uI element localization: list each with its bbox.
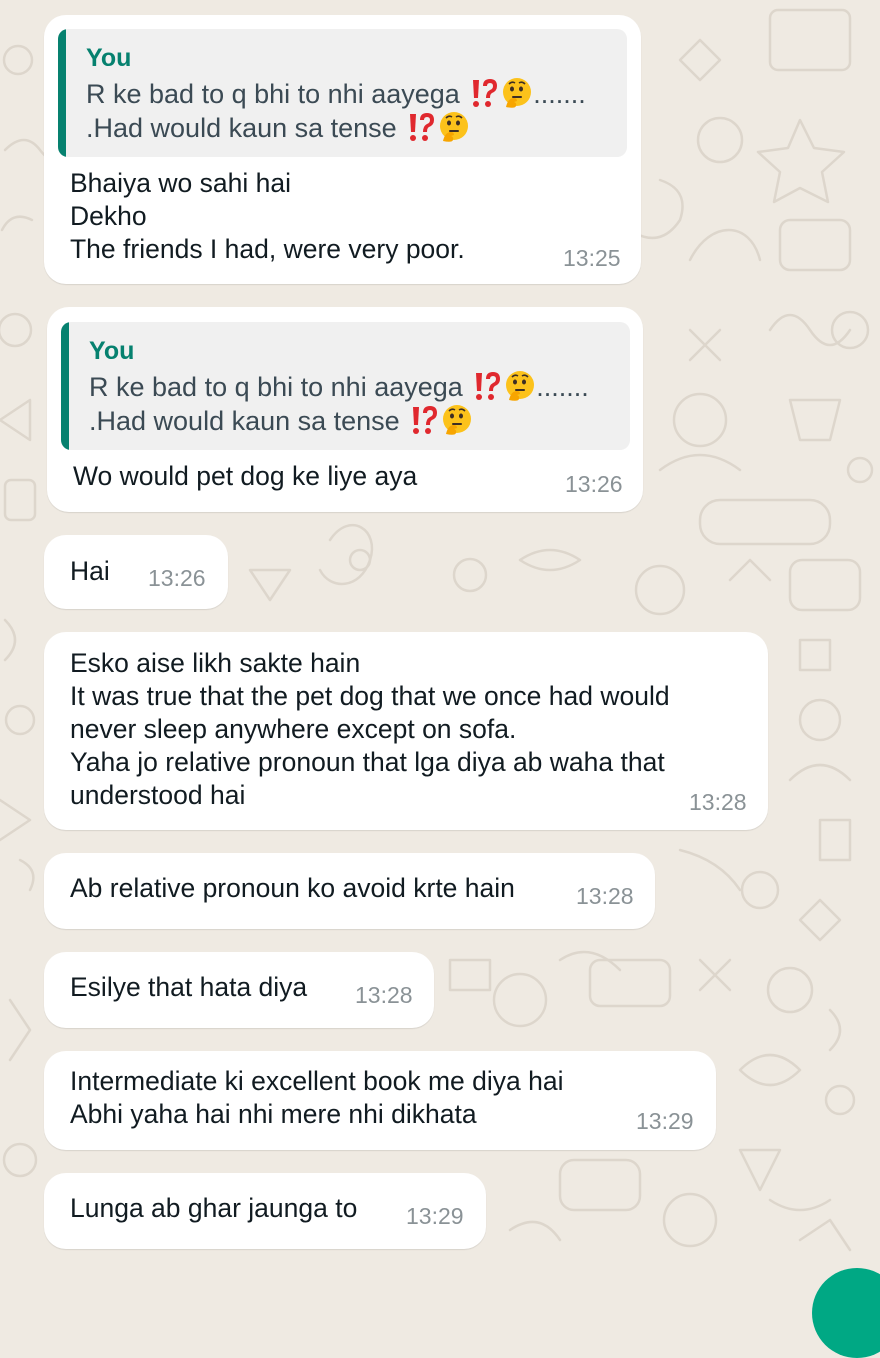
message-timestamp: 13:26	[148, 565, 206, 591]
scroll-to-bottom-button[interactable]	[812, 1268, 880, 1358]
message-timestamp: 13:26	[565, 471, 623, 497]
message-text: Esko aise likh sakte hain	[70, 648, 361, 678]
quote-text: .Had would kaun sa tense	[89, 406, 400, 436]
message-bubble[interactable]: Esilye that hata diya 13:28	[44, 952, 434, 1028]
exclamation-question-icon	[413, 406, 438, 434]
message-timestamp: 13:28	[355, 982, 413, 1008]
quote-accent-bar	[61, 322, 69, 450]
exclamation-question-icon	[476, 372, 501, 400]
message-bubble[interactable]: Lunga ab ghar jaunga to 13:29	[44, 1173, 486, 1249]
quote-accent-bar	[58, 29, 66, 157]
quote-text-suffix: .......	[536, 372, 589, 402]
message-text: Wo would pet dog ke liye aya	[73, 461, 418, 491]
message-text: Lunga ab ghar jaunga to	[70, 1193, 358, 1223]
quoted-reply[interactable]: You R ke bad to q bhi to nhi aayega ....…	[58, 29, 627, 157]
message-bubble[interactable]: You R ke bad to q bhi to nhi aayega ....…	[47, 307, 643, 512]
message-text: It was true that the pet dog that we onc…	[70, 681, 670, 711]
message-text: Dekho	[70, 201, 147, 231]
thinking-face-icon	[440, 112, 469, 142]
message-text: Esilye that hata diya	[70, 972, 308, 1002]
quote-line: R ke bad to q bhi to nhi aayega .......	[86, 77, 586, 111]
message-bubble[interactable]: Esko aise likh sakte hain It was true th…	[44, 632, 768, 830]
thinking-face-icon	[506, 371, 535, 401]
quote-text-suffix: .......	[533, 79, 586, 109]
message-text: never sleep anywhere except on sofa.	[70, 714, 517, 744]
thinking-face-icon	[443, 405, 472, 435]
message-timestamp: 13:28	[576, 883, 634, 909]
thinking-face-icon	[503, 78, 532, 108]
exclamation-question-icon	[410, 113, 435, 141]
message-text: understood hai	[70, 780, 246, 810]
quote-line: .Had would kaun sa tense	[86, 111, 470, 145]
message-text: Intermediate ki excellent book me diya h…	[70, 1066, 564, 1096]
message-timestamp: 13:25	[563, 245, 621, 271]
quote-line: R ke bad to q bhi to nhi aayega .......	[89, 370, 589, 404]
message-text: Hai	[70, 556, 110, 586]
message-timestamp: 13:29	[636, 1108, 694, 1134]
quoted-reply[interactable]: You R ke bad to q bhi to nhi aayega ....…	[61, 322, 630, 450]
message-text: Ab relative pronoun ko avoid krte hain	[70, 873, 515, 903]
message-bubble[interactable]: Ab relative pronoun ko avoid krte hain 1…	[44, 853, 655, 929]
quote-author: You	[86, 44, 132, 72]
message-bubble[interactable]: You R ke bad to q bhi to nhi aayega ....…	[44, 15, 641, 284]
quote-text: R ke bad to q bhi to nhi aayega	[89, 372, 463, 402]
message-timestamp: 13:28	[689, 789, 747, 815]
quote-text: R ke bad to q bhi to nhi aayega	[86, 79, 460, 109]
message-timestamp: 13:29	[406, 1203, 464, 1229]
message-text: Bhaiya wo sahi hai	[70, 168, 291, 198]
message-bubble[interactable]: Hai 13:26	[44, 535, 228, 609]
exclamation-question-icon	[473, 79, 498, 107]
quote-text: .Had would kaun sa tense	[86, 113, 397, 143]
message-text: The friends I had, were very poor.	[70, 234, 465, 264]
message-bubble[interactable]: Intermediate ki excellent book me diya h…	[44, 1051, 716, 1150]
message-text: Abhi yaha hai nhi mere nhi dikhata	[70, 1099, 477, 1129]
quote-author: You	[89, 337, 135, 365]
quote-line: .Had would kaun sa tense	[89, 404, 473, 438]
message-text: Yaha jo relative pronoun that lga diya a…	[70, 747, 665, 777]
